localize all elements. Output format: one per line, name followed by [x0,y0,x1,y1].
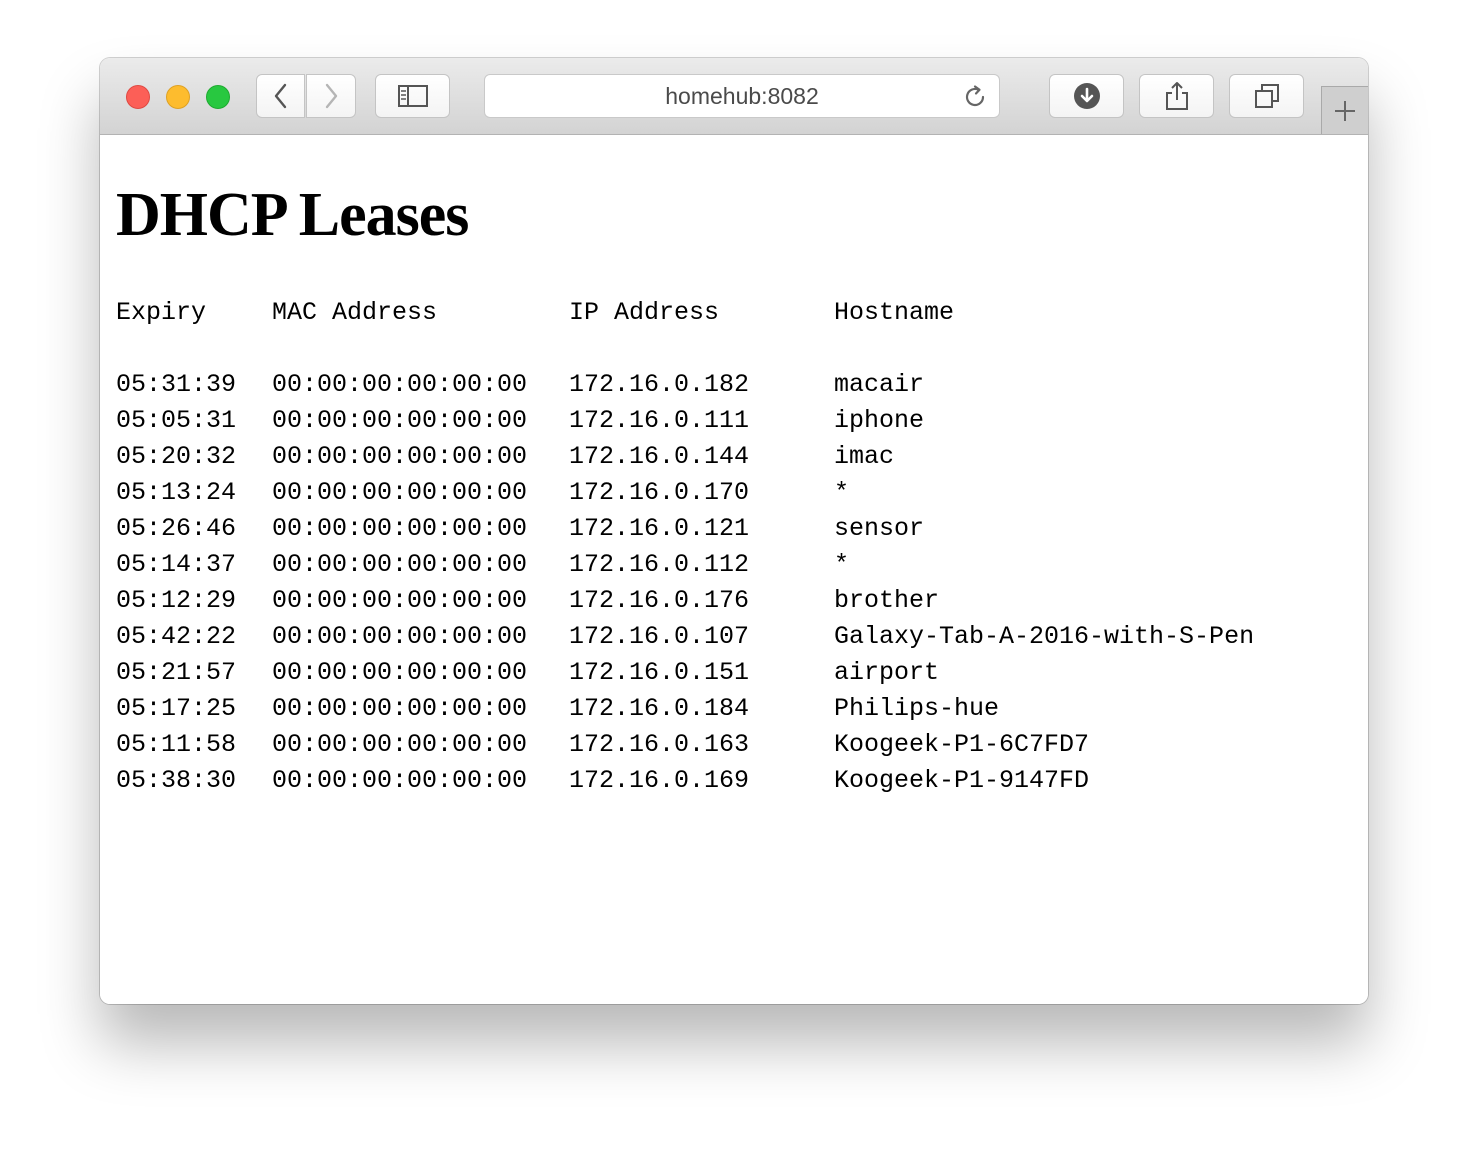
lease-ip-address: 172.16.0.151 [569,658,750,687]
zoom-window-button[interactable] [206,85,230,109]
table-row: 05:42:22 00:00:00:00:00:00 172.16.0.107 Gal… [116,619,1254,655]
lease-mac-address: 00:00:00:00:00:00 [272,586,528,615]
table-row: 05:21:57 00:00:00:00:00:00 172.16.0.151 air… [116,655,939,691]
lease-expiry: 05:12:29 [116,586,237,615]
lease-hostname: Koogeek-P1-6C7FD7 [834,730,1090,759]
share-button[interactable] [1139,74,1214,118]
sidebar-toggle-button[interactable] [375,74,450,118]
lease-mac-address: 00:00:00:00:00:00 [272,694,528,723]
lease-ip-address: 172.16.0.111 [569,406,750,435]
new-tab-button[interactable] [1321,86,1368,134]
column-header-hostname: Hostname [834,298,955,327]
table-row: 05:20:32 00:00:00:00:00:00 172.16.0.144 ima… [116,439,894,475]
chevron-left-icon [274,83,286,109]
lease-expiry: 05:17:25 [116,694,237,723]
lease-hostname: macair [834,370,925,399]
lease-ip-address: 172.16.0.107 [569,622,750,651]
lease-expiry: 05:26:46 [116,514,237,543]
lease-expiry: 05:05:31 [116,406,237,435]
address-bar[interactable]: homehub:8082 [484,74,1000,118]
lease-expiry: 05:21:57 [116,658,237,687]
lease-expiry: 05:20:32 [116,442,237,471]
lease-rows: 05:31:39 00:00:00:00:00:00 172.16.0.182 mac… [116,367,1254,799]
table-header: Expiry MAC Address IP Address Hostname [116,295,954,331]
table-row: 05:11:58 00:00:00:00:00:00 172.16.0.163 Koo… [116,727,1089,763]
lease-ip-address: 172.16.0.182 [569,370,750,399]
lease-expiry: 05:14:37 [116,550,237,579]
close-window-button[interactable] [126,85,150,109]
lease-ip-address: 172.16.0.184 [569,694,750,723]
lease-expiry: 05:11:58 [116,730,237,759]
column-header-mac: MAC Address [272,298,438,327]
back-button[interactable] [256,74,305,118]
lease-expiry: 05:31:39 [116,370,237,399]
url-text: homehub:8082 [665,82,819,109]
browser-toolbar: homehub:8082 [100,58,1368,135]
table-row: 05:12:29 00:00:00:00:00:00 172.16.0.176 bro… [116,583,939,619]
lease-mac-address: 00:00:00:00:00:00 [272,514,528,543]
table-row: 05:38:30 00:00:00:00:00:00 172.16.0.169 Koo… [116,763,1089,799]
sidebar-icon [397,85,428,107]
lease-ip-address: 172.16.0.163 [569,730,750,759]
lease-mac-address: 00:00:00:00:00:00 [272,370,528,399]
chevron-right-icon [325,83,338,109]
lease-mac-address: 00:00:00:00:00:00 [272,406,528,435]
share-icon [1165,82,1188,110]
lease-ip-address: 172.16.0.112 [569,550,750,579]
show-tabs-button[interactable] [1229,74,1304,118]
table-row: 05:26:46 00:00:00:00:00:00 172.16.0.121 sen… [116,511,924,547]
lease-mac-address: 00:00:00:00:00:00 [272,442,528,471]
lease-ip-address: 172.16.0.170 [569,478,750,507]
page-content: DHCP Leases Expiry MAC Address IP Addres… [100,135,1368,1004]
table-row: 05:17:25 00:00:00:00:00:00 172.16.0.184 Phi… [116,691,999,727]
lease-ip-address: 172.16.0.176 [569,586,750,615]
downloads-button[interactable] [1049,74,1124,118]
lease-expiry: 05:13:24 [116,478,237,507]
lease-hostname: Koogeek-P1-9147FD [834,766,1090,795]
column-header-ip: IP Address [569,298,720,327]
lease-hostname: brother [834,586,940,615]
minimize-window-button[interactable] [166,85,190,109]
lease-hostname: Philips-hue [834,694,1000,723]
table-row: 05:14:37 00:00:00:00:00:00 172.16.0.112 * [116,547,849,583]
lease-mac-address: 00:00:00:00:00:00 [272,658,528,687]
column-header-expiry: Expiry [116,298,207,327]
table-row: 05:13:24 00:00:00:00:00:00 172.16.0.170 * [116,475,849,511]
lease-expiry: 05:38:30 [116,766,237,795]
tabs-overview-icon [1254,84,1279,108]
lease-mac-address: 00:00:00:00:00:00 [272,478,528,507]
table-row: 05:31:39 00:00:00:00:00:00 172.16.0.182 mac… [116,367,924,403]
download-icon [1073,83,1100,109]
lease-hostname: * [834,550,850,579]
lease-mac-address: 00:00:00:00:00:00 [272,730,528,759]
lease-hostname: * [834,478,850,507]
table-row: 05:05:31 00:00:00:00:00:00 172.16.0.111 iph… [116,403,924,439]
lease-table: Expiry MAC Address IP Address Hostname 0… [116,295,1254,799]
lease-hostname: Galaxy-Tab-A-2016-with-S-Pen [834,622,1255,651]
reload-icon[interactable] [963,84,989,110]
lease-hostname: airport [834,658,940,687]
lease-hostname: sensor [834,514,925,543]
lease-expiry: 05:42:22 [116,622,237,651]
lease-ip-address: 172.16.0.144 [569,442,750,471]
lease-ip-address: 172.16.0.121 [569,514,750,543]
lease-mac-address: 00:00:00:00:00:00 [272,622,528,651]
browser-window: homehub:8082 DHCP Leases Expiry MAC Addr… [100,58,1368,1004]
lease-hostname: imac [834,442,895,471]
lease-hostname: iphone [834,406,925,435]
lease-mac-address: 00:00:00:00:00:00 [272,766,528,795]
lease-ip-address: 172.16.0.169 [569,766,750,795]
plus-icon [1335,100,1355,121]
lease-mac-address: 00:00:00:00:00:00 [272,550,528,579]
forward-button[interactable] [306,74,356,118]
page-title: DHCP Leases [116,181,469,249]
